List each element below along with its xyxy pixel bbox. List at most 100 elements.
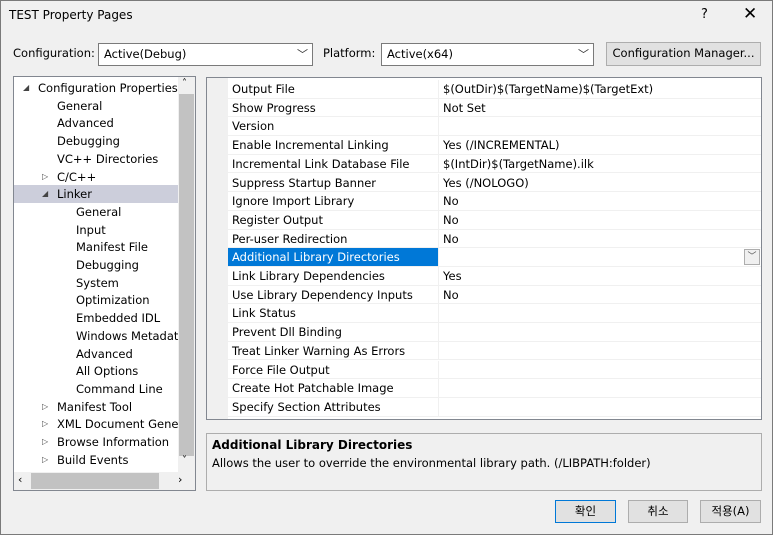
collapse-icon[interactable]: ◢ (23, 79, 29, 97)
property-name: Specify Section Attributes (228, 397, 439, 416)
property-value[interactable] (439, 342, 761, 360)
property-name: Additional Library Directories (228, 248, 439, 266)
property-value[interactable] (439, 117, 761, 135)
tree-item[interactable]: General (14, 203, 178, 221)
property-value[interactable]: Yes (/INCREMENTAL) (439, 136, 761, 154)
property-row[interactable]: Additional Library Directories ﹀ (228, 248, 761, 267)
tree-item-label: Advanced (76, 346, 133, 361)
property-value[interactable]: No (439, 286, 761, 304)
property-value[interactable] (439, 379, 761, 397)
tree-item[interactable]: Manifest File (14, 238, 178, 256)
tree-item[interactable]: Command Line (14, 380, 178, 398)
property-value[interactable]: Not Set (439, 99, 761, 117)
tree-item[interactable]: ▷ Manifest Tool (14, 398, 178, 416)
property-name: Link Library Dependencies (228, 267, 439, 285)
property-value[interactable]: $(OutDir)$(TargetName)$(TargetExt) (439, 80, 761, 98)
help-button[interactable]: ? (701, 7, 708, 22)
scroll-right-icon[interactable]: › (178, 473, 182, 486)
property-name: Prevent Dll Binding (228, 323, 439, 341)
property-value[interactable] (439, 323, 761, 341)
property-row[interactable]: Specify Section Attributes (228, 397, 761, 417)
close-button[interactable]: ✕ (743, 4, 757, 24)
tree-scroll-thumb[interactable] (179, 94, 194, 456)
configuration-select[interactable]: Active(Debug) ﹀ (98, 43, 313, 66)
tree-item[interactable]: VC++ Directories (14, 150, 178, 168)
ok-button[interactable]: 확인 (555, 500, 616, 523)
property-value[interactable]: Yes (439, 267, 761, 285)
tree-item-label: System (76, 275, 119, 290)
property-row[interactable]: Force File Output (228, 360, 761, 380)
collapse-icon[interactable]: ◢ (42, 185, 48, 203)
tree-item[interactable]: General (14, 97, 178, 115)
property-row[interactable]: Incremental Link Database File $(IntDir)$… (228, 154, 761, 174)
tree-item[interactable]: ▷ C/C++ (14, 168, 178, 186)
tree-item[interactable]: ▷ Browse Information (14, 433, 178, 451)
scroll-down-icon[interactable]: ˅ (182, 455, 187, 466)
cancel-button[interactable]: 취소 (628, 500, 688, 523)
tree-item[interactable]: Debugging (14, 132, 178, 150)
property-value[interactable]: No (439, 211, 761, 229)
tree-item[interactable]: Embedded IDL (14, 309, 178, 327)
property-tree[interactable]: ◢ Configuration Properties General Advanced… (13, 76, 196, 491)
property-row[interactable]: Link Status (228, 304, 761, 324)
property-value[interactable]: No (439, 230, 761, 248)
property-value[interactable] (439, 398, 761, 416)
tree-item-label: Embedded IDL (76, 311, 161, 326)
expand-icon[interactable]: ▷ (42, 451, 48, 469)
tree-item[interactable]: Optimization (14, 291, 178, 309)
property-name: Create Hot Patchable Image (228, 379, 439, 397)
scroll-left-icon[interactable]: ‹ (18, 473, 22, 486)
property-name: Version (228, 117, 439, 136)
property-row[interactable]: Suppress Startup Banner Yes (/NOLOGO) (228, 173, 761, 193)
tree-item[interactable]: All Options (14, 362, 178, 380)
property-row[interactable]: Treat Linker Warning As Errors (228, 341, 761, 361)
property-row[interactable]: Prevent Dll Binding (228, 323, 761, 342)
tree-item-label: Command Line (76, 381, 163, 396)
property-value[interactable] (439, 248, 761, 266)
property-value[interactable] (439, 361, 761, 379)
tree-item[interactable]: Advanced (14, 114, 178, 132)
tree-item[interactable]: Input (14, 221, 178, 239)
apply-button[interactable]: 적용(A) (700, 500, 761, 523)
property-name: Use Library Dependency Inputs (228, 285, 439, 304)
tree-hscroll-thumb[interactable] (31, 473, 159, 489)
property-value[interactable]: Yes (/NOLOGO) (439, 174, 761, 192)
expand-icon[interactable]: ▷ (42, 168, 48, 186)
tree-item-label: Input (76, 222, 106, 237)
tree-item-label: Advanced (57, 116, 114, 131)
tree-item[interactable]: ◢ Linker (14, 185, 178, 204)
tree-item[interactable]: Debugging (14, 256, 178, 274)
expand-icon[interactable]: ▷ (42, 415, 48, 433)
property-row[interactable]: Use Library Dependency Inputs No (228, 285, 761, 305)
tree-item[interactable]: ◢ Configuration Properties (14, 79, 178, 97)
tree-item[interactable]: ▷ Build Events (14, 451, 178, 469)
property-row[interactable]: Show Progress Not Set (228, 98, 761, 118)
property-row[interactable]: Create Hot Patchable Image (228, 379, 761, 398)
tree-item[interactable]: Windows Metadata (14, 327, 178, 345)
tree-item[interactable]: Advanced (14, 345, 178, 363)
property-value[interactable]: No (439, 192, 761, 210)
property-row[interactable]: Version (228, 117, 761, 137)
scroll-up-icon[interactable]: ˄ (182, 78, 187, 89)
expand-icon[interactable]: ▷ (42, 398, 48, 416)
chevron-down-icon[interactable]: ﹀ (744, 249, 760, 266)
property-row[interactable]: Output File $(OutDir)$(TargetName)$(Targe… (228, 80, 761, 99)
platform-select[interactable]: Active(x64) ﹀ (381, 43, 594, 66)
tree-item-label: Configuration Properties (38, 81, 178, 95)
property-row[interactable]: Ignore Import Library No (228, 192, 761, 211)
property-row[interactable]: Register Output No (228, 210, 761, 230)
property-value[interactable] (439, 304, 761, 322)
property-row[interactable]: Per-user Redirection No (228, 229, 761, 249)
property-name: Show Progress (228, 98, 439, 117)
tree-item[interactable]: ▷ XML Document Generator (14, 415, 178, 433)
tree-item-label: Linker (57, 187, 92, 202)
configuration-manager-button[interactable]: Configuration Manager... (606, 42, 761, 66)
property-row[interactable]: Enable Incremental Linking Yes (/INCREMEN… (228, 136, 761, 155)
tree-item[interactable]: System (14, 274, 178, 292)
property-grid[interactable]: Output File $(OutDir)$(TargetName)$(Targe… (206, 77, 762, 420)
expand-icon[interactable]: ▷ (42, 433, 48, 451)
property-row[interactable]: Link Library Dependencies Yes (228, 267, 761, 286)
property-name: Suppress Startup Banner (228, 173, 439, 192)
property-value[interactable]: $(IntDir)$(TargetName).ilk (439, 155, 761, 173)
tree-item-label: Optimization (76, 293, 150, 308)
